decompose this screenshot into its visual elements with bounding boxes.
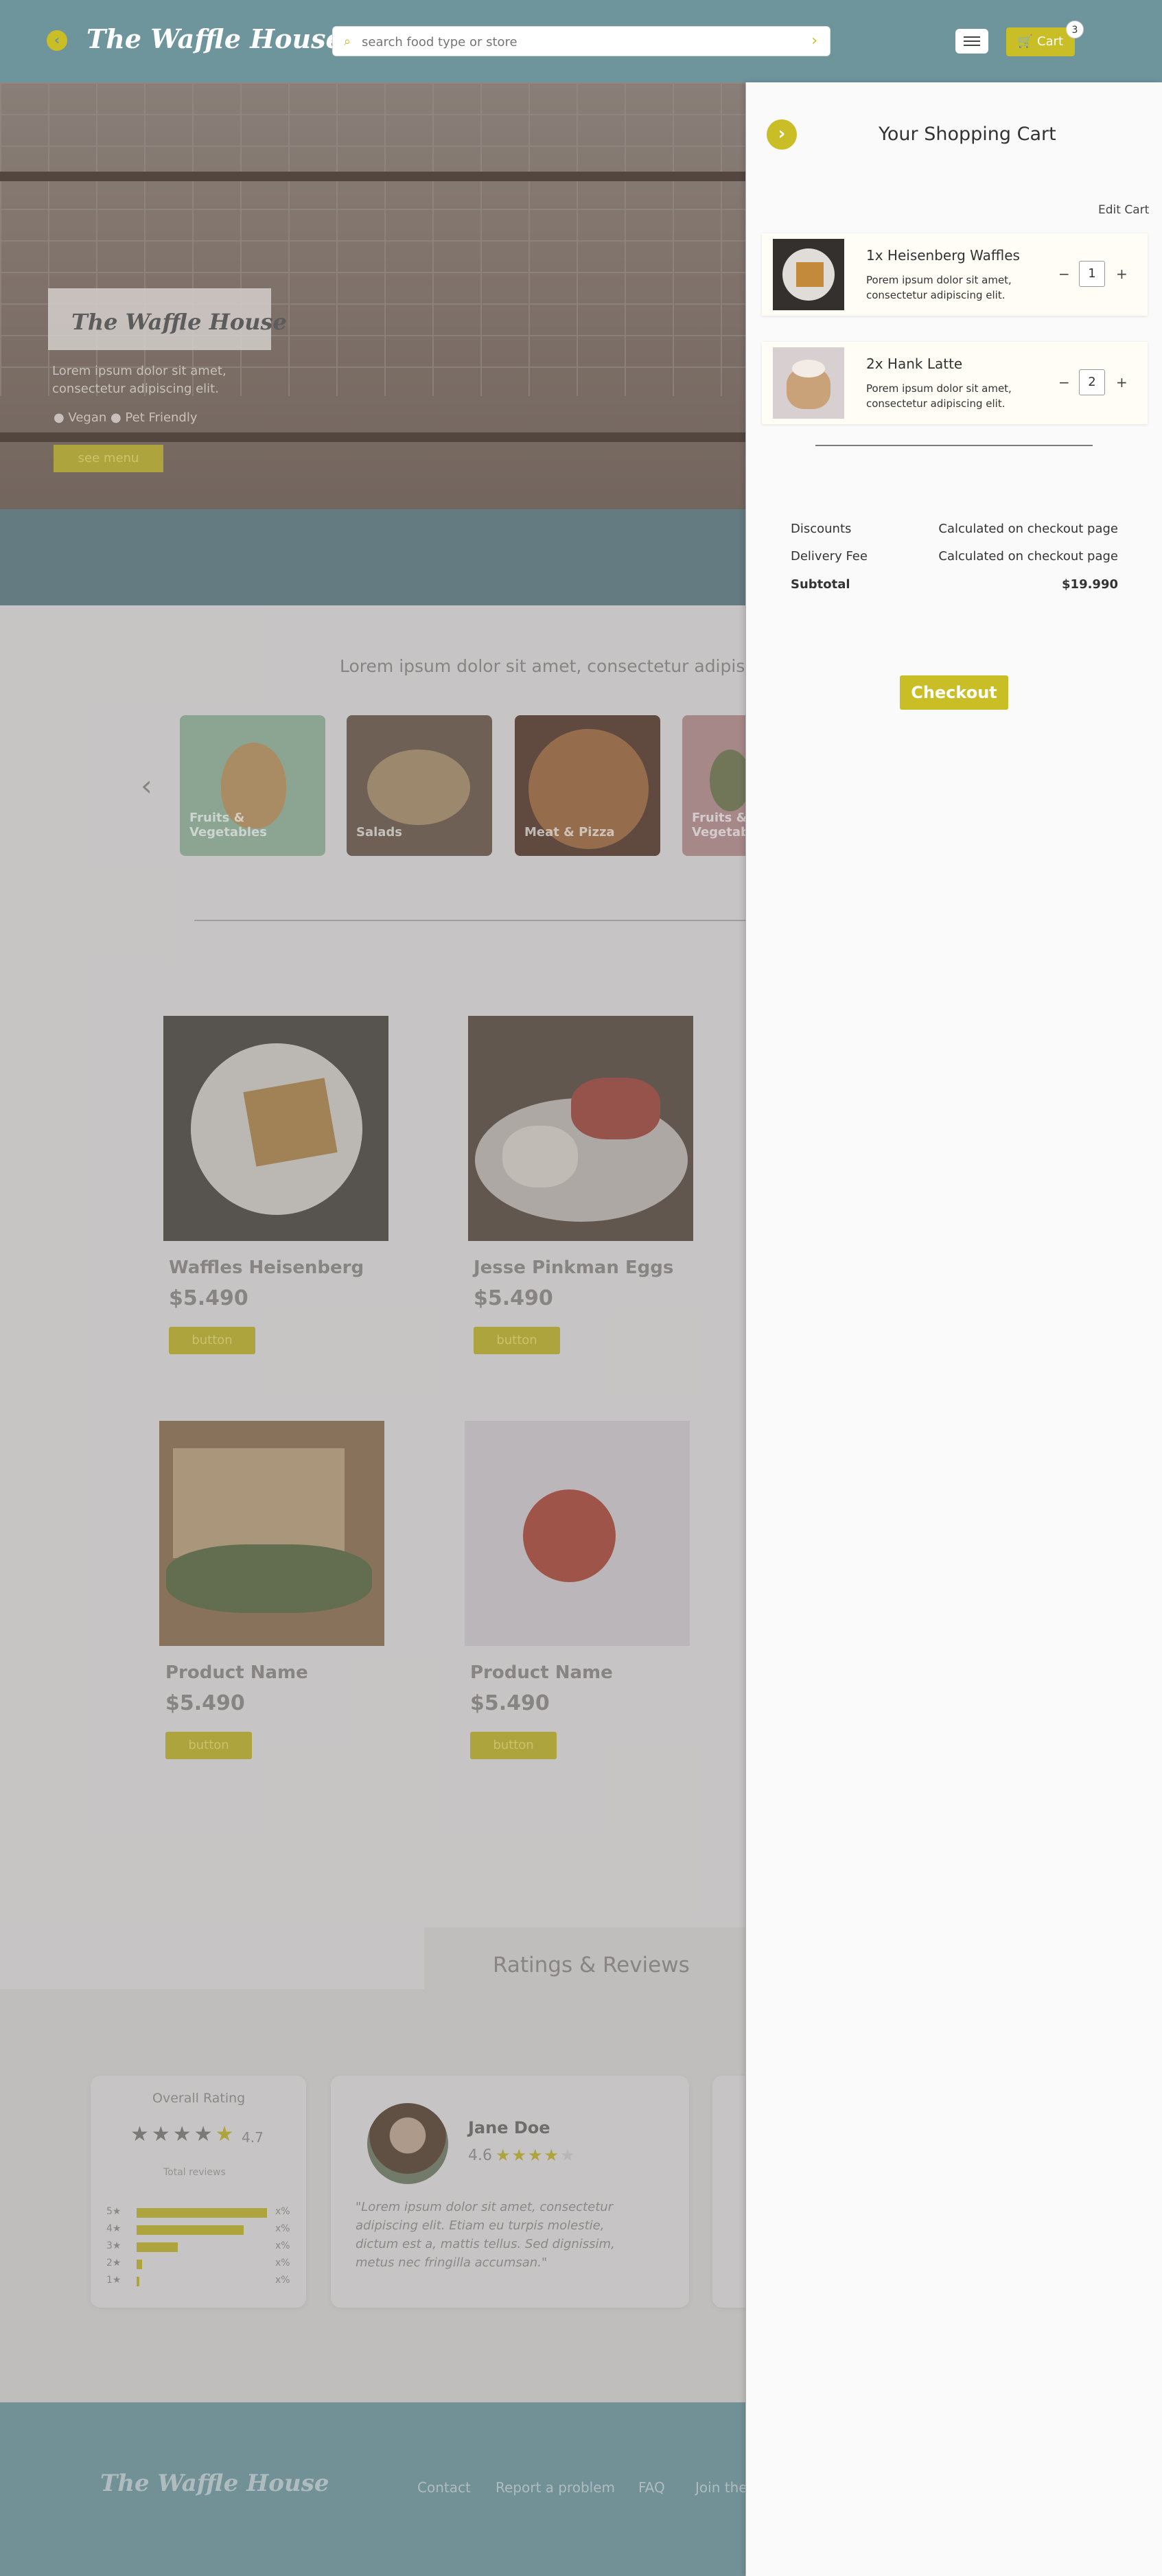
delivery-fee-value: Calculated on checkout page	[938, 549, 1118, 564]
cart-drawer	[746, 82, 1162, 2576]
quantity-increase-button[interactable]: +	[1116, 374, 1128, 391]
discounts-label: Discounts	[791, 522, 852, 536]
cart-item-description: Porem ipsum dolor sit amet, consectetur …	[866, 274, 1012, 301]
quantity-decrease-button[interactable]: −	[1058, 266, 1070, 282]
cart-count-badge: 3	[1066, 21, 1084, 38]
quantity-decrease-button[interactable]: −	[1058, 374, 1070, 391]
cart-button[interactable]: 🛒 Cart	[1006, 27, 1075, 56]
cart-button-label: Cart	[1037, 34, 1064, 49]
menu-line	[964, 40, 980, 42]
cart-title: Your Shopping Cart	[879, 124, 1056, 145]
delivery-fee-label: Delivery Fee	[791, 549, 868, 564]
search-input[interactable]	[362, 32, 774, 51]
search-bar[interactable]: ⌕ ›	[332, 26, 830, 56]
cart-item-title: 1x Heisenberg Waffles	[866, 247, 1020, 264]
cart-item-description: Porem ipsum dolor sit amet, consectetur …	[866, 382, 1012, 410]
subtotal-label: Subtotal	[791, 577, 850, 592]
checkout-button[interactable]: Checkout	[900, 675, 1008, 710]
subtotal-value: $19.990	[1062, 577, 1118, 592]
discounts-value: Calculated on checkout page	[938, 522, 1118, 536]
page-overlay[interactable]	[0, 82, 746, 2576]
cart-item-image	[773, 347, 844, 419]
cart-item-image	[773, 239, 844, 310]
menu-line	[964, 45, 980, 46]
menu-line	[964, 36, 980, 38]
cart-item-title: 2x Hank Latte	[866, 356, 963, 372]
search-submit-icon[interactable]: ›	[811, 32, 817, 49]
quantity-field[interactable]: 2	[1079, 369, 1105, 395]
back-button[interactable]: ‹	[47, 30, 67, 51]
search-icon: ⌕	[344, 34, 351, 49]
cart-divider	[815, 445, 1093, 446]
close-cart-button[interactable]: ›	[767, 119, 797, 150]
chevron-right-icon: ›	[778, 124, 786, 144]
site-logo[interactable]: The Waffle House	[86, 23, 342, 54]
edit-cart-link[interactable]: Edit Cart	[1098, 203, 1149, 217]
quantity-increase-button[interactable]: +	[1116, 266, 1128, 282]
quantity-field[interactable]: 1	[1079, 261, 1105, 287]
menu-button[interactable]	[955, 29, 988, 54]
chevron-left-icon: ‹	[54, 32, 60, 48]
cart-icon: 🛒	[1017, 34, 1034, 49]
